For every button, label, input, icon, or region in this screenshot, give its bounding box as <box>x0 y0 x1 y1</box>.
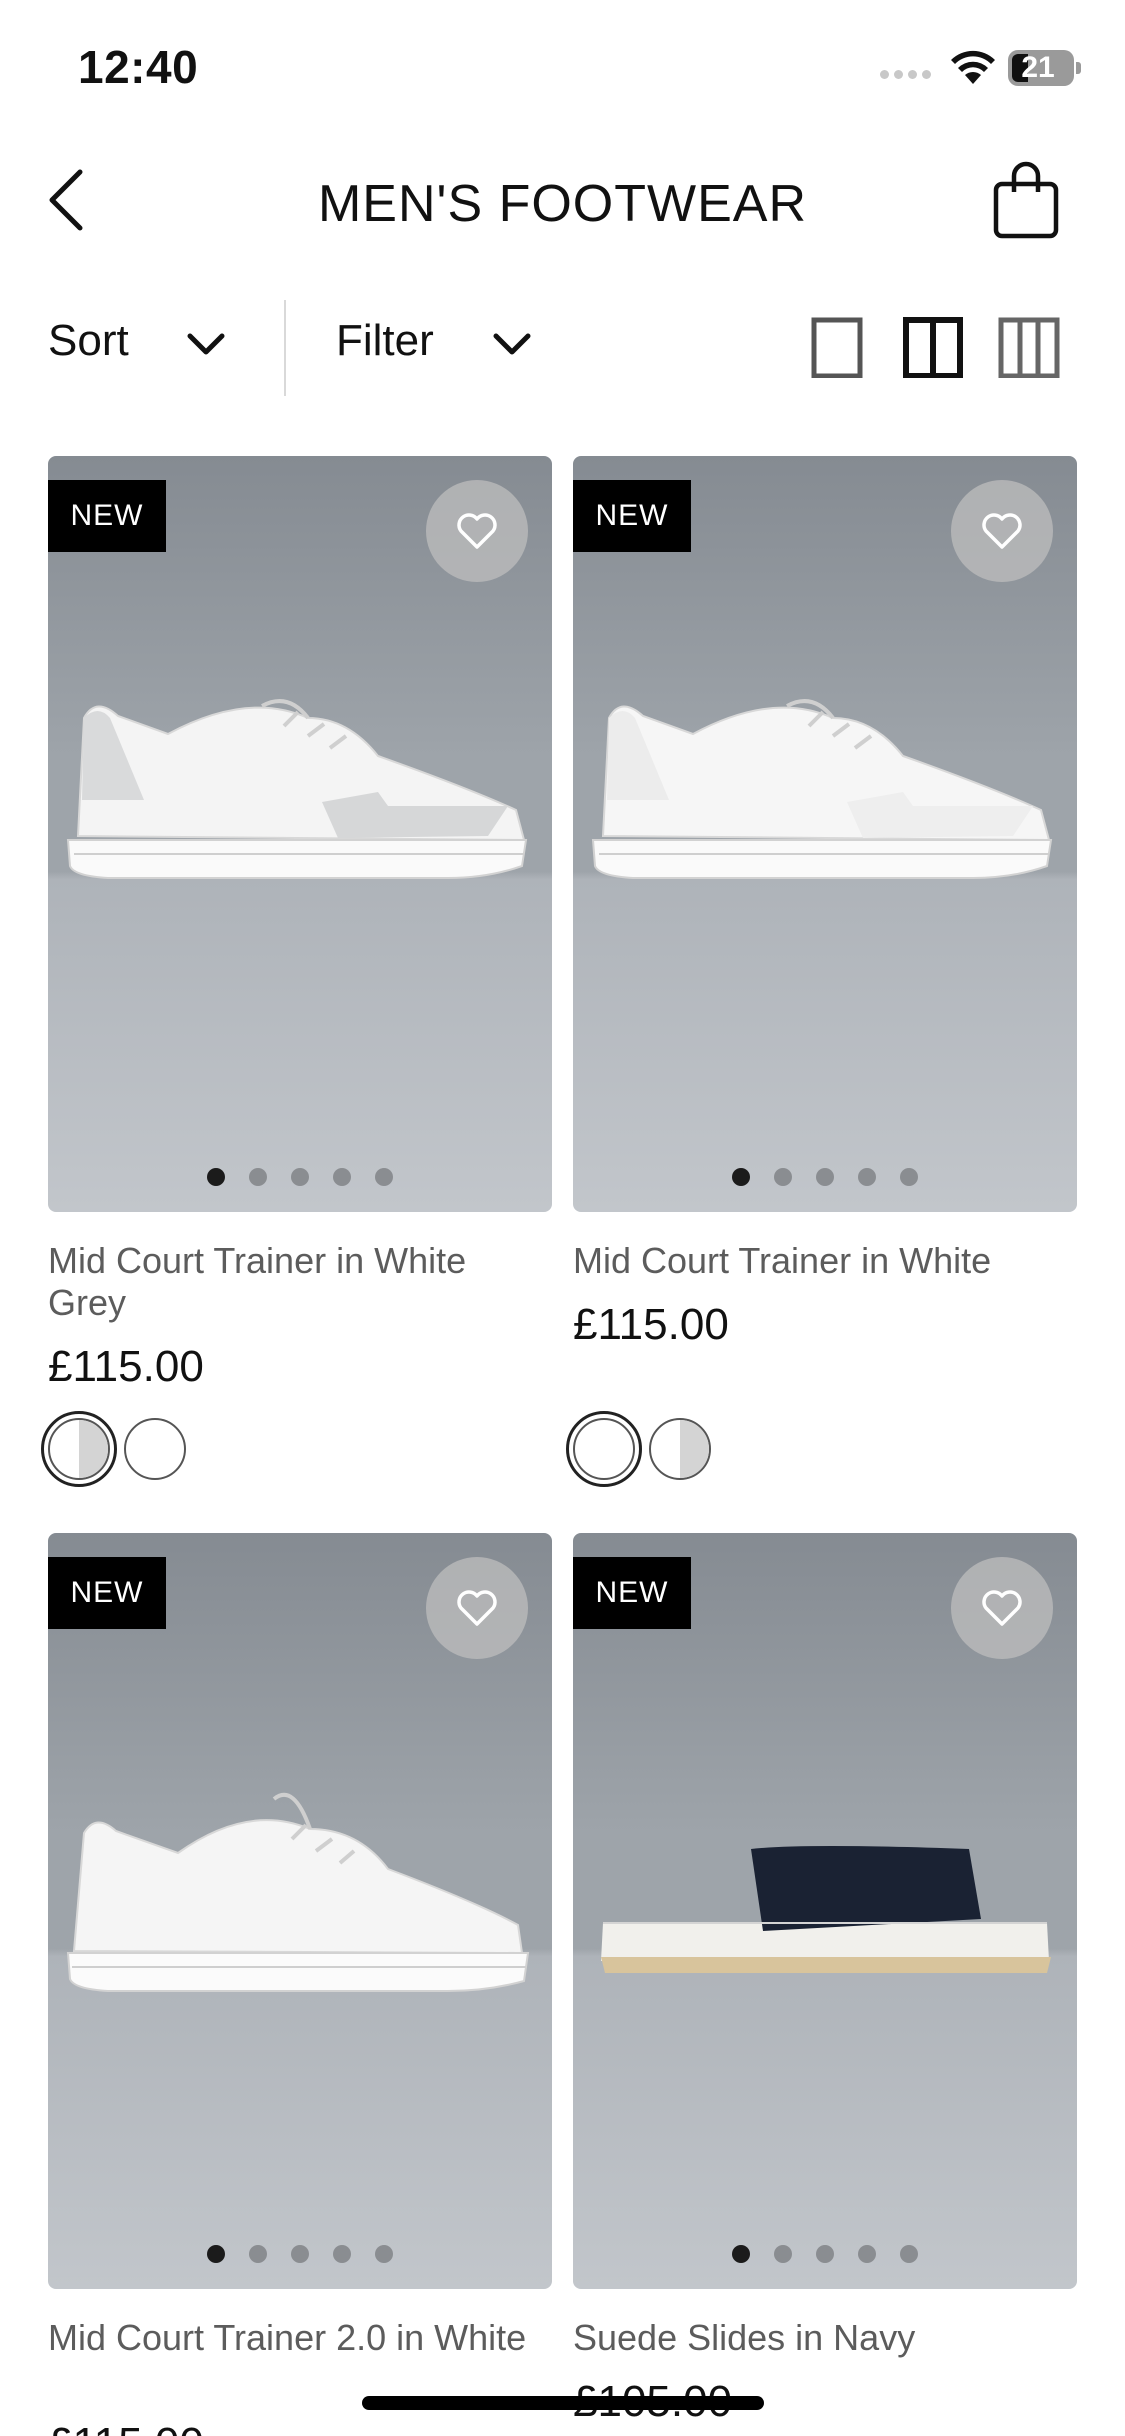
filter-button[interactable]: Filter <box>336 316 434 366</box>
pagination-dot[interactable] <box>816 1168 834 1186</box>
wifi-icon <box>951 50 995 84</box>
color-swatches <box>41 1411 186 1487</box>
product-image[interactable]: NEW <box>573 1533 1077 2289</box>
page-title: MEN'S FOOTWEAR <box>317 175 808 233</box>
heart-icon <box>457 513 497 549</box>
three-column-icon[interactable] <box>998 316 1060 378</box>
product-name[interactable]: Suede Slides in Navy <box>573 2317 1073 2359</box>
status-bar: 12:40 21 <box>0 0 1125 132</box>
pagination-dot[interactable] <box>333 2245 351 2263</box>
favorite-button[interactable] <box>426 480 528 582</box>
pagination-dot[interactable] <box>858 1168 876 1186</box>
toolbar-divider <box>284 300 286 396</box>
cellular-signal-icon <box>880 70 931 79</box>
sort-label: Sort <box>48 316 129 365</box>
new-badge: NEW <box>573 1557 691 1629</box>
product-name[interactable]: Mid Court Trainer in White <box>573 1240 1073 1282</box>
pagination-dot[interactable] <box>291 1168 309 1186</box>
product-image[interactable]: NEW <box>48 456 552 1212</box>
favorite-button[interactable] <box>951 480 1053 582</box>
product-image[interactable]: NEW <box>48 1533 552 2289</box>
product-price: £115.00 <box>573 1300 729 1349</box>
product-name[interactable]: Mid Court Trainer 2.0 in White <box>48 2317 548 2359</box>
sort-filter-toolbar: Sort Filter <box>0 296 1125 400</box>
heart-icon <box>982 513 1022 549</box>
pagination-dot[interactable] <box>291 2245 309 2263</box>
image-pagination-dots <box>48 1168 552 1186</box>
new-badge: NEW <box>48 480 166 552</box>
pagination-dot[interactable] <box>333 1168 351 1186</box>
image-pagination-dots <box>48 2245 552 2263</box>
pagination-dot[interactable] <box>900 2245 918 2263</box>
pagination-dot[interactable] <box>207 2245 225 2263</box>
favorite-button[interactable] <box>426 1557 528 1659</box>
heart-icon <box>982 1590 1022 1626</box>
pagination-dot[interactable] <box>774 2245 792 2263</box>
pagination-dot[interactable] <box>375 2245 393 2263</box>
header: MEN'S FOOTWEAR <box>0 150 1125 250</box>
filter-label: Filter <box>336 316 434 365</box>
pagination-dot[interactable] <box>774 1168 792 1186</box>
chevron-down-icon[interactable] <box>492 330 532 358</box>
sort-button[interactable]: Sort <box>48 316 129 366</box>
new-badge: NEW <box>48 1557 166 1629</box>
pagination-dot[interactable] <box>816 2245 834 2263</box>
battery-level: 21 <box>1021 51 1055 84</box>
status-time: 12:40 <box>78 41 199 93</box>
pagination-dot[interactable] <box>249 1168 267 1186</box>
pagination-dot[interactable] <box>858 2245 876 2263</box>
heart-icon <box>457 1590 497 1626</box>
image-pagination-dots <box>573 1168 1077 1186</box>
shopping-bag-icon[interactable] <box>990 160 1062 240</box>
home-indicator[interactable] <box>362 2396 764 2410</box>
pagination-dot[interactable] <box>900 1168 918 1186</box>
pagination-dot[interactable] <box>249 2245 267 2263</box>
pagination-dot[interactable] <box>732 1168 750 1186</box>
pagination-dot[interactable] <box>375 1168 393 1186</box>
swatch-white[interactable] <box>124 1418 186 1480</box>
favorite-button[interactable] <box>951 1557 1053 1659</box>
new-badge: NEW <box>573 480 691 552</box>
swatch-white-grey[interactable] <box>649 1418 711 1480</box>
color-swatches <box>566 1411 711 1487</box>
two-column-icon[interactable] <box>902 316 964 378</box>
image-pagination-dots <box>573 2245 1077 2263</box>
single-column-icon[interactable] <box>806 316 868 378</box>
swatch-white[interactable] <box>566 1411 642 1487</box>
product-name[interactable]: Mid Court Trainer in White Grey <box>48 1240 548 1324</box>
product-price: £115.00 <box>48 1342 204 1391</box>
pagination-dot[interactable] <box>732 2245 750 2263</box>
battery-icon: 21 <box>1008 50 1081 86</box>
swatch-white-grey[interactable] <box>41 1411 117 1487</box>
chevron-down-icon[interactable] <box>186 330 226 358</box>
pagination-dot[interactable] <box>207 1168 225 1186</box>
product-image[interactable]: NEW <box>573 456 1077 1212</box>
product-price: £115.00 <box>48 2419 204 2436</box>
